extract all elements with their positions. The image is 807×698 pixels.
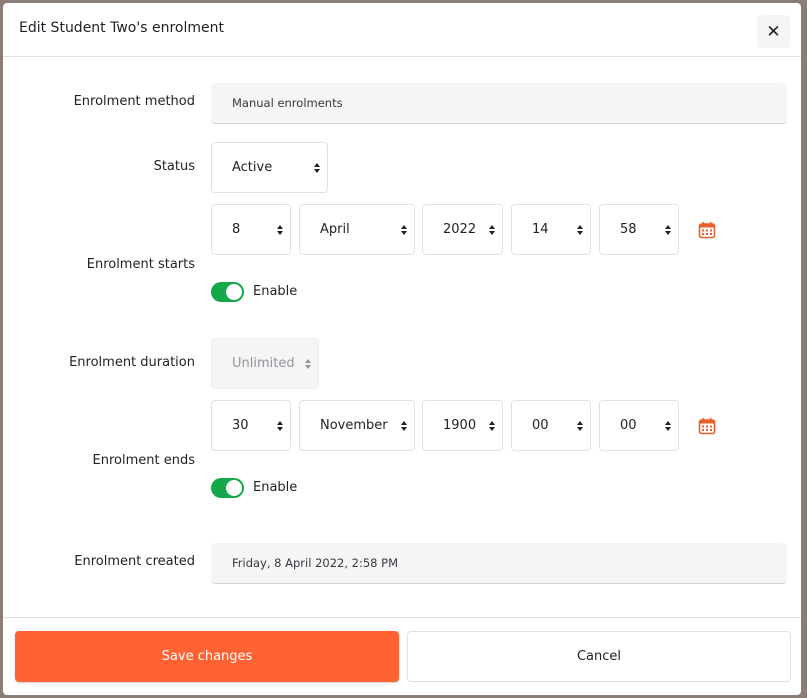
duration-value: Unlimited: [232, 356, 295, 371]
end-hour-value: 00: [532, 418, 549, 433]
edit-enrolment-dialog: Edit Student Two's enrolment ✕ Enrolment…: [3, 3, 801, 695]
enrolment-created-value: Friday, 8 April 2022, 2:58 PM: [211, 543, 787, 584]
calendar-icon[interactable]: [698, 417, 716, 435]
end-enable-label: Enable: [253, 480, 298, 495]
enrolment-duration-label: Enrolment duration: [69, 355, 195, 370]
status-label: Status: [153, 159, 195, 174]
end-month-value: November: [320, 418, 388, 433]
end-minute-value: 00: [620, 418, 637, 433]
start-year-value: 2022: [443, 222, 477, 237]
start-month-select[interactable]: April: [299, 204, 415, 255]
modal-footer: Save changes Cancel: [3, 617, 801, 695]
end-month-select[interactable]: November: [299, 400, 415, 451]
end-minute-select[interactable]: 00: [599, 400, 679, 451]
toggle-knob: [226, 284, 242, 300]
end-year-value: 1900: [443, 418, 477, 433]
enrolment-created-label: Enrolment created: [74, 554, 195, 569]
end-enable-toggle[interactable]: [211, 478, 244, 498]
enrolment-method-label: Enrolment method: [73, 94, 195, 109]
start-hour-select[interactable]: 14: [511, 204, 591, 255]
close-icon: ✕: [766, 21, 781, 42]
start-enable-toggle[interactable]: [211, 282, 244, 302]
cancel-button[interactable]: Cancel: [407, 631, 791, 682]
close-button[interactable]: ✕: [757, 15, 790, 48]
enrolment-method-value: Manual enrolments: [211, 83, 787, 124]
end-year-select[interactable]: 1900: [422, 400, 503, 451]
enrolment-starts-label: Enrolment starts: [86, 257, 195, 272]
start-day-value: 8: [232, 222, 241, 237]
start-month-value: April: [320, 222, 350, 237]
modal-title: Edit Student Two's enrolment: [19, 20, 224, 36]
save-changes-button[interactable]: Save changes: [15, 631, 399, 682]
status-value: Active: [232, 160, 273, 175]
start-year-select[interactable]: 2022: [422, 204, 503, 255]
end-day-value: 30: [232, 418, 249, 433]
duration-select: Unlimited: [211, 338, 319, 389]
enrolment-ends-label: Enrolment ends: [92, 453, 195, 468]
end-day-select[interactable]: 30: [211, 400, 291, 451]
toggle-knob: [226, 480, 242, 496]
start-day-select[interactable]: 8: [211, 204, 291, 255]
start-hour-value: 14: [532, 222, 549, 237]
start-minute-select[interactable]: 58: [599, 204, 679, 255]
end-hour-select[interactable]: 00: [511, 400, 591, 451]
status-select[interactable]: Active: [211, 142, 328, 193]
start-enable-label: Enable: [253, 284, 298, 299]
calendar-icon[interactable]: [698, 221, 716, 239]
start-minute-value: 58: [620, 222, 637, 237]
modal-header: Edit Student Two's enrolment ✕: [3, 3, 801, 57]
